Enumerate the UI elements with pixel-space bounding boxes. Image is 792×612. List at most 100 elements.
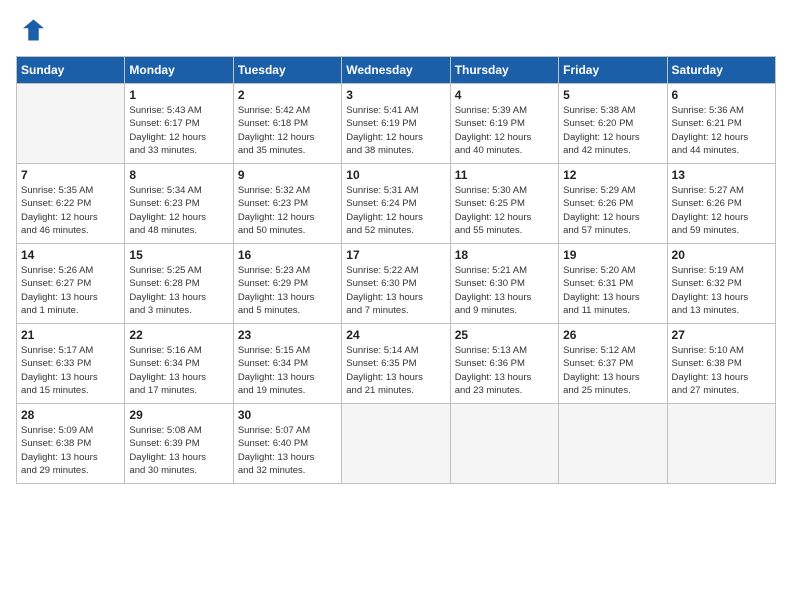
day-info: Sunrise: 5:22 AM Sunset: 6:30 PM Dayligh…	[346, 264, 445, 317]
day-number: 25	[455, 328, 554, 342]
day-info: Sunrise: 5:15 AM Sunset: 6:34 PM Dayligh…	[238, 344, 337, 397]
day-info: Sunrise: 5:16 AM Sunset: 6:34 PM Dayligh…	[129, 344, 228, 397]
day-header-thursday: Thursday	[450, 57, 558, 84]
calendar-table: SundayMondayTuesdayWednesdayThursdayFrid…	[16, 56, 776, 484]
day-number: 26	[563, 328, 662, 342]
calendar-cell: 16 Sunrise: 5:23 AM Sunset: 6:29 PM Dayli…	[233, 244, 341, 324]
calendar-cell	[17, 84, 125, 164]
day-info: Sunrise: 5:34 AM Sunset: 6:23 PM Dayligh…	[129, 184, 228, 237]
day-info: Sunrise: 5:38 AM Sunset: 6:20 PM Dayligh…	[563, 104, 662, 157]
day-number: 3	[346, 88, 445, 102]
calendar-cell: 30 Sunrise: 5:07 AM Sunset: 6:40 PM Dayli…	[233, 404, 341, 484]
logo	[16, 16, 48, 44]
calendar-cell: 10 Sunrise: 5:31 AM Sunset: 6:24 PM Dayli…	[342, 164, 450, 244]
calendar-week-3: 14 Sunrise: 5:26 AM Sunset: 6:27 PM Dayli…	[17, 244, 776, 324]
day-info: Sunrise: 5:27 AM Sunset: 6:26 PM Dayligh…	[672, 184, 771, 237]
day-number: 10	[346, 168, 445, 182]
calendar-cell: 18Sunrise: 5:21 AM Sunset: 6:30 PM Dayli…	[450, 244, 558, 324]
day-info: Sunrise: 5:32 AM Sunset: 6:23 PM Dayligh…	[238, 184, 337, 237]
day-number: 11	[455, 168, 554, 182]
calendar-week-1: 1 Sunrise: 5:43 AM Sunset: 6:17 PM Daylig…	[17, 84, 776, 164]
day-info: Sunrise: 5:08 AM Sunset: 6:39 PM Dayligh…	[129, 424, 228, 477]
calendar-week-5: 28Sunrise: 5:09 AM Sunset: 6:38 PM Dayli…	[17, 404, 776, 484]
day-number: 19	[563, 248, 662, 262]
day-info: Sunrise: 5:09 AM Sunset: 6:38 PM Dayligh…	[21, 424, 120, 477]
day-info: Sunrise: 5:14 AM Sunset: 6:35 PM Dayligh…	[346, 344, 445, 397]
day-info: Sunrise: 5:43 AM Sunset: 6:17 PM Dayligh…	[129, 104, 228, 157]
calendar-cell: 17 Sunrise: 5:22 AM Sunset: 6:30 PM Dayli…	[342, 244, 450, 324]
day-info: Sunrise: 5:35 AM Sunset: 6:22 PM Dayligh…	[21, 184, 120, 237]
calendar-cell: 1 Sunrise: 5:43 AM Sunset: 6:17 PM Daylig…	[125, 84, 233, 164]
calendar-cell: 12 Sunrise: 5:29 AM Sunset: 6:26 PM Dayli…	[559, 164, 667, 244]
day-header-sunday: Sunday	[17, 57, 125, 84]
day-info: Sunrise: 5:20 AM Sunset: 6:31 PM Dayligh…	[563, 264, 662, 317]
calendar-cell: 5 Sunrise: 5:38 AM Sunset: 6:20 PM Daylig…	[559, 84, 667, 164]
day-info: Sunrise: 5:07 AM Sunset: 6:40 PM Dayligh…	[238, 424, 337, 477]
calendar-cell	[667, 404, 775, 484]
calendar-cell: 6Sunrise: 5:36 AM Sunset: 6:21 PM Daylig…	[667, 84, 775, 164]
day-info: Sunrise: 5:10 AM Sunset: 6:38 PM Dayligh…	[672, 344, 771, 397]
day-number: 15	[129, 248, 228, 262]
day-info: Sunrise: 5:25 AM Sunset: 6:28 PM Dayligh…	[129, 264, 228, 317]
day-info: Sunrise: 5:31 AM Sunset: 6:24 PM Dayligh…	[346, 184, 445, 237]
day-info: Sunrise: 5:41 AM Sunset: 6:19 PM Dayligh…	[346, 104, 445, 157]
day-number: 4	[455, 88, 554, 102]
day-number: 12	[563, 168, 662, 182]
calendar-header-row: SundayMondayTuesdayWednesdayThursdayFrid…	[17, 57, 776, 84]
day-header-wednesday: Wednesday	[342, 57, 450, 84]
calendar-cell: 8Sunrise: 5:34 AM Sunset: 6:23 PM Daylig…	[125, 164, 233, 244]
day-number: 5	[563, 88, 662, 102]
day-info: Sunrise: 5:39 AM Sunset: 6:19 PM Dayligh…	[455, 104, 554, 157]
day-info: Sunrise: 5:21 AM Sunset: 6:30 PM Dayligh…	[455, 264, 554, 317]
day-info: Sunrise: 5:26 AM Sunset: 6:27 PM Dayligh…	[21, 264, 120, 317]
calendar-cell: 15 Sunrise: 5:25 AM Sunset: 6:28 PM Dayli…	[125, 244, 233, 324]
day-number: 6	[672, 88, 771, 102]
day-number: 7	[21, 168, 120, 182]
day-info: Sunrise: 5:30 AM Sunset: 6:25 PM Dayligh…	[455, 184, 554, 237]
day-number: 17	[346, 248, 445, 262]
calendar-cell: 13 Sunrise: 5:27 AM Sunset: 6:26 PM Dayli…	[667, 164, 775, 244]
logo-icon	[16, 16, 44, 44]
calendar-week-4: 21 Sunrise: 5:17 AM Sunset: 6:33 PM Dayli…	[17, 324, 776, 404]
calendar-cell: 19 Sunrise: 5:20 AM Sunset: 6:31 PM Dayli…	[559, 244, 667, 324]
calendar-cell: 25Sunrise: 5:13 AM Sunset: 6:36 PM Dayli…	[450, 324, 558, 404]
day-number: 22	[129, 328, 228, 342]
day-number: 27	[672, 328, 771, 342]
calendar-body: 1 Sunrise: 5:43 AM Sunset: 6:17 PM Daylig…	[17, 84, 776, 484]
calendar-cell: 22 Sunrise: 5:16 AM Sunset: 6:34 PM Dayli…	[125, 324, 233, 404]
calendar-cell: 20 Sunrise: 5:19 AM Sunset: 6:32 PM Dayli…	[667, 244, 775, 324]
day-number: 13	[672, 168, 771, 182]
day-header-tuesday: Tuesday	[233, 57, 341, 84]
day-info: Sunrise: 5:17 AM Sunset: 6:33 PM Dayligh…	[21, 344, 120, 397]
calendar-cell: 4 Sunrise: 5:39 AM Sunset: 6:19 PM Daylig…	[450, 84, 558, 164]
calendar-cell: 28Sunrise: 5:09 AM Sunset: 6:38 PM Dayli…	[17, 404, 125, 484]
day-header-monday: Monday	[125, 57, 233, 84]
calendar-cell: 14 Sunrise: 5:26 AM Sunset: 6:27 PM Dayli…	[17, 244, 125, 324]
calendar-cell: 2 Sunrise: 5:42 AM Sunset: 6:18 PM Daylig…	[233, 84, 341, 164]
calendar-cell: 26 Sunrise: 5:12 AM Sunset: 6:37 PM Dayli…	[559, 324, 667, 404]
calendar-cell: 11 Sunrise: 5:30 AM Sunset: 6:25 PM Dayli…	[450, 164, 558, 244]
calendar-cell: 27 Sunrise: 5:10 AM Sunset: 6:38 PM Dayli…	[667, 324, 775, 404]
day-number: 29	[129, 408, 228, 422]
calendar-cell	[342, 404, 450, 484]
calendar-cell: 9Sunrise: 5:32 AM Sunset: 6:23 PM Daylig…	[233, 164, 341, 244]
day-number: 14	[21, 248, 120, 262]
calendar-cell	[450, 404, 558, 484]
day-info: Sunrise: 5:12 AM Sunset: 6:37 PM Dayligh…	[563, 344, 662, 397]
header	[16, 16, 776, 44]
day-info: Sunrise: 5:23 AM Sunset: 6:29 PM Dayligh…	[238, 264, 337, 317]
day-number: 16	[238, 248, 337, 262]
calendar-cell: 7 Sunrise: 5:35 AM Sunset: 6:22 PM Daylig…	[17, 164, 125, 244]
day-number: 21	[21, 328, 120, 342]
day-info: Sunrise: 5:19 AM Sunset: 6:32 PM Dayligh…	[672, 264, 771, 317]
day-info: Sunrise: 5:29 AM Sunset: 6:26 PM Dayligh…	[563, 184, 662, 237]
day-number: 1	[129, 88, 228, 102]
day-info: Sunrise: 5:42 AM Sunset: 6:18 PM Dayligh…	[238, 104, 337, 157]
calendar-cell: 23Sunrise: 5:15 AM Sunset: 6:34 PM Dayli…	[233, 324, 341, 404]
day-header-friday: Friday	[559, 57, 667, 84]
calendar-cell	[559, 404, 667, 484]
day-number: 30	[238, 408, 337, 422]
day-number: 2	[238, 88, 337, 102]
calendar-cell: 21 Sunrise: 5:17 AM Sunset: 6:33 PM Dayli…	[17, 324, 125, 404]
day-number: 20	[672, 248, 771, 262]
